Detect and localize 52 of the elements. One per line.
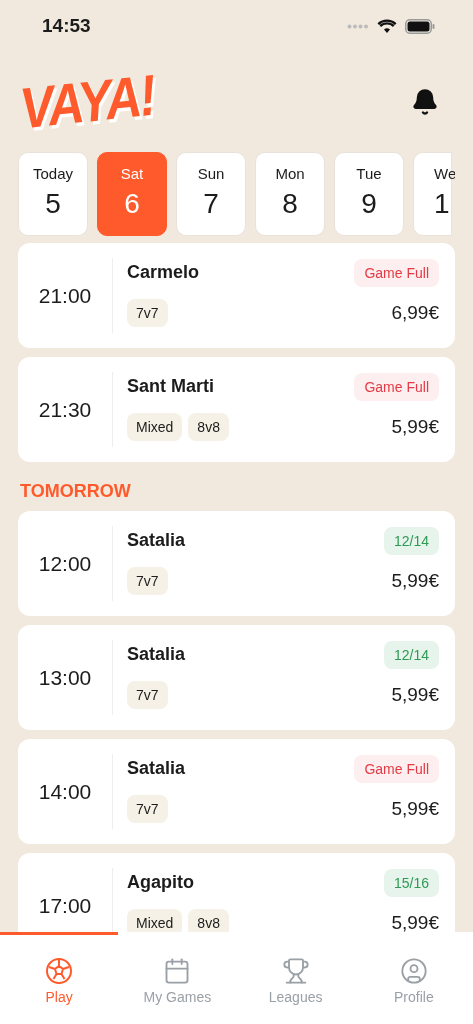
game-price: 5,99€ xyxy=(391,911,439,932)
game-card[interactable]: 17:00 Agapito 15/16 Mixed 8v8 5,99€ xyxy=(18,853,455,932)
date-tab[interactable]: Sun 7 xyxy=(176,152,246,236)
game-price: 5,99€ xyxy=(391,683,439,706)
date-tab[interactable]: Today 5 xyxy=(18,152,88,236)
status-badge: 12/14 xyxy=(383,640,439,669)
game-tag: 8v8 xyxy=(188,412,229,441)
game-tag: Mixed xyxy=(127,412,183,441)
status-badge: 12/14 xyxy=(383,526,439,555)
game-card[interactable]: 13:00 Satalia 12/14 7v7 5,99€ xyxy=(18,625,455,730)
game-price: 5,99€ xyxy=(391,415,439,438)
status-badge: Game Full xyxy=(354,258,439,287)
game-time: 21:00 xyxy=(38,283,92,308)
section-title: TOMORROW xyxy=(20,481,131,502)
game-price: 5,99€ xyxy=(391,797,439,820)
game-card[interactable]: 14:00 Satalia Game Full 7v7 5,99€ xyxy=(18,739,455,844)
status-badge: Game Full xyxy=(354,372,439,401)
venue-name: Satalia xyxy=(127,530,186,551)
notification-bell-icon[interactable] xyxy=(411,88,439,116)
venue-name: Sant Marti xyxy=(127,376,214,397)
game-tag: 8v8 xyxy=(188,908,229,932)
venue-name: Carmelo xyxy=(127,262,200,283)
venue-name: Satalia xyxy=(127,644,186,665)
profile-icon xyxy=(399,957,428,985)
ball-icon xyxy=(45,957,74,985)
app-logo: VAYA! xyxy=(16,61,158,143)
trophy-icon xyxy=(281,957,310,985)
signal-icon xyxy=(347,23,369,29)
game-card[interactable]: 12:00 Satalia 12/14 7v7 5,99€ xyxy=(18,511,455,616)
game-time: 17:00 xyxy=(38,893,92,918)
game-tag: Mixed xyxy=(127,908,183,932)
game-tag: 7v7 xyxy=(127,680,168,709)
game-time: 12:00 xyxy=(38,551,92,576)
date-tab[interactable]: Mon 8 xyxy=(255,152,325,236)
game-tag: 7v7 xyxy=(127,298,168,327)
game-tag: 7v7 xyxy=(127,794,168,823)
venue-name: Satalia xyxy=(127,758,186,779)
game-price: 6,99€ xyxy=(391,301,439,324)
status-time: 14:53 xyxy=(42,15,91,37)
game-time: 13:00 xyxy=(38,665,92,690)
venue-name: Agapito xyxy=(127,872,194,893)
game-price: 5,99€ xyxy=(391,569,439,592)
game-tag: 7v7 xyxy=(127,566,168,595)
date-tab[interactable]: Tue 9 xyxy=(334,152,404,236)
battery-icon xyxy=(405,18,435,34)
status-badge: 15/16 xyxy=(383,868,439,897)
game-time: 21:30 xyxy=(38,397,92,422)
wifi-icon xyxy=(377,18,397,34)
status-badge: Game Full xyxy=(354,754,439,783)
game-time: 14:00 xyxy=(38,779,92,804)
game-card[interactable]: 21:00 Carmelo Game Full 7v7 6,99€ xyxy=(18,243,455,348)
game-card[interactable]: 21:30 Sant Marti Game Full Mixed 8v8 5,99€ xyxy=(18,357,455,462)
